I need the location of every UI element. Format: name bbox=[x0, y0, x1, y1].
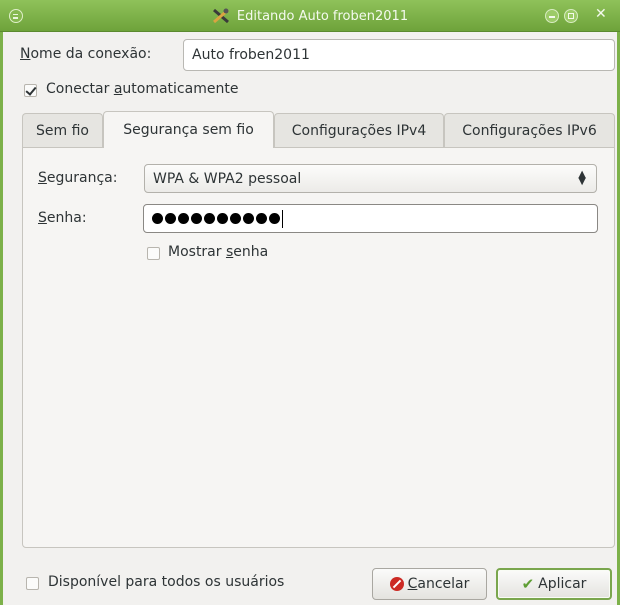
network-tools-icon bbox=[212, 8, 229, 24]
password-mask-dot bbox=[152, 213, 163, 224]
cancel-icon bbox=[389, 577, 404, 591]
minimize-icon[interactable] bbox=[545, 9, 559, 23]
title-bar[interactable]: Editando Auto froben2011 ✕ bbox=[0, 0, 620, 32]
security-label: Segurança: bbox=[38, 170, 117, 186]
connection-name-value: Auto froben2011 bbox=[192, 47, 310, 63]
tab-label: Configurações IPv6 bbox=[462, 122, 597, 139]
tab-configuracoes-ipv4[interactable]: Configurações IPv4 bbox=[274, 113, 444, 147]
tab-label: Configurações IPv4 bbox=[291, 122, 427, 139]
tab-seguranca-sem-fio[interactable]: Segurança sem fio bbox=[103, 111, 274, 148]
security-label-text: egurança: bbox=[46, 170, 118, 186]
tab-configuracoes-ipv6[interactable]: Configurações IPv6 bbox=[444, 113, 615, 147]
cancel-button-label: Cancelar bbox=[407, 576, 470, 592]
password-label-text: enha: bbox=[46, 210, 87, 226]
password-mask-dot bbox=[217, 213, 228, 224]
mnemonic-letter: C bbox=[407, 576, 418, 592]
password-mask-dot bbox=[178, 213, 189, 224]
password-label: Senha: bbox=[38, 210, 87, 226]
window-title: Editando Auto froben2011 bbox=[236, 8, 409, 24]
updown-chevron-icon: ▲ ▼ bbox=[578, 169, 586, 187]
mnemonic-letter: a bbox=[113, 81, 123, 97]
password-mask bbox=[152, 213, 282, 224]
password-mask-dot bbox=[269, 213, 280, 224]
tab-label: Sem fio bbox=[36, 122, 89, 139]
apply-button-label: Aplicar bbox=[538, 576, 587, 592]
close-icon[interactable]: ✕ bbox=[595, 7, 609, 21]
password-mask-dot bbox=[256, 213, 267, 224]
window-border-left bbox=[0, 32, 3, 605]
all-users-checkbox[interactable] bbox=[26, 577, 39, 590]
password-mask-dot bbox=[165, 213, 176, 224]
maximize-icon[interactable] bbox=[564, 9, 578, 23]
password-mask-dot bbox=[191, 213, 202, 224]
apply-button[interactable]: ✔ Aplicar bbox=[496, 568, 612, 600]
auto-connect-checkbox[interactable] bbox=[24, 84, 37, 97]
tab-label: Segurança sem fio bbox=[123, 122, 254, 138]
connection-name-input[interactable]: Auto froben2011 bbox=[183, 39, 615, 71]
all-users-label[interactable]: Disponível para todos os usuários bbox=[48, 574, 284, 590]
title-container: Editando Auto froben2011 bbox=[0, 0, 620, 32]
cancel-button[interactable]: Cancelar bbox=[372, 568, 487, 600]
connection-name-mnemonic: N bbox=[20, 46, 31, 62]
password-mask-dot bbox=[230, 213, 241, 224]
auto-connect-label[interactable]: Conectar automaticamente bbox=[46, 81, 238, 97]
tab-sem-fio[interactable]: Sem fio bbox=[22, 113, 103, 147]
connection-name-label: Nome da conexão: bbox=[20, 46, 151, 62]
connection-name-label-text: ome da conexão: bbox=[30, 46, 152, 62]
security-select-value: WPA & WPA2 pessoal bbox=[153, 170, 302, 187]
show-password-label[interactable]: Mostrar senha bbox=[168, 244, 268, 260]
security-mnemonic: S bbox=[38, 170, 47, 186]
text-caret bbox=[282, 209, 283, 228]
checkmark-icon: ✔ bbox=[521, 575, 535, 593]
security-select[interactable]: WPA & WPA2 pessoal ▲ ▼ bbox=[144, 164, 597, 193]
password-mnemonic: S bbox=[38, 210, 47, 226]
password-input[interactable] bbox=[143, 204, 598, 233]
password-mask-dot bbox=[204, 213, 215, 224]
password-mask-dot bbox=[243, 213, 254, 224]
mnemonic-letter: s bbox=[225, 244, 234, 260]
show-password-checkbox[interactable] bbox=[147, 247, 160, 260]
